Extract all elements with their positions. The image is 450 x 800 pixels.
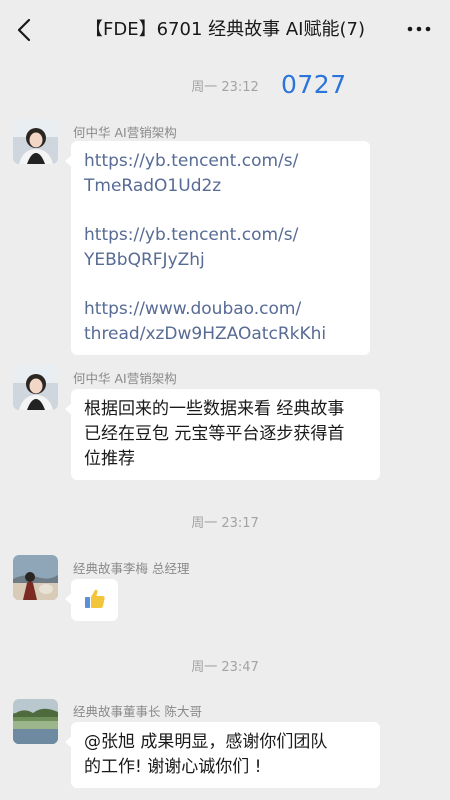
message-timestamp: 周一 23:47 — [191, 660, 259, 675]
message-text: 位推荐 — [84, 449, 135, 469]
message-text: 根据回来的一些数据来看 经典故事 — [84, 399, 345, 419]
message-bubble[interactable]: @张旭 成果明显，感谢你们团队 的工作! 谢谢心诚你们 ! — [65, 722, 380, 788]
thumbs-up-icon — [83, 587, 107, 611]
message-timestamp: 周一 23:17 — [191, 516, 259, 531]
link-text[interactable]: https://yb.tencent.com/s/ — [84, 223, 370, 248]
more-options-icon[interactable] — [406, 19, 432, 39]
link-text[interactable]: https://www.doubao.com/ — [84, 297, 370, 322]
message-timestamp: 周一 23:12 — [191, 80, 259, 95]
message-bubble[interactable] — [65, 579, 118, 621]
sender-name: 经典故事董事长 陈大哥 — [73, 704, 202, 719]
message-bubble[interactable]: https://yb.tencent.com/s/ TmeRadO1Ud2z h… — [65, 141, 370, 355]
link-text[interactable]: YEBbQRFJyZhj — [84, 248, 370, 273]
sender-name: 经典故事李梅 总经理 — [73, 561, 190, 576]
avatar[interactable] — [13, 699, 58, 744]
chat-header: 【FDE】6701 经典故事 AI赋能(7) — [0, 0, 450, 58]
sender-name: 何中华 AI营销架构 — [73, 125, 177, 140]
link-text[interactable]: https://yb.tencent.com/s/ — [84, 149, 370, 174]
chat-title: 【FDE】6701 经典故事 AI赋能(7) — [85, 19, 365, 40]
link-text[interactable]: thread/xzDw9HZAOatcRkKhi — [84, 322, 370, 347]
avatar[interactable] — [13, 119, 58, 164]
back-arrow-icon[interactable] — [12, 17, 38, 43]
message-text: 的工作! 谢谢心诚你们 ! — [84, 757, 262, 777]
avatar[interactable] — [13, 555, 58, 600]
annotation-number: 0727 — [281, 70, 347, 99]
avatar[interactable] — [13, 365, 58, 410]
link-text[interactable]: TmeRadO1Ud2z — [84, 174, 370, 199]
sender-name: 何中华 AI营销架构 — [73, 371, 177, 386]
message-text: 已经在豆包 元宝等平台逐步获得首 — [84, 424, 345, 444]
message-bubble[interactable]: 根据回来的一些数据来看 经典故事 已经在豆包 元宝等平台逐步获得首 位推荐 — [65, 389, 380, 480]
message-text: @张旭 成果明显，感谢你们团队 — [84, 732, 328, 752]
